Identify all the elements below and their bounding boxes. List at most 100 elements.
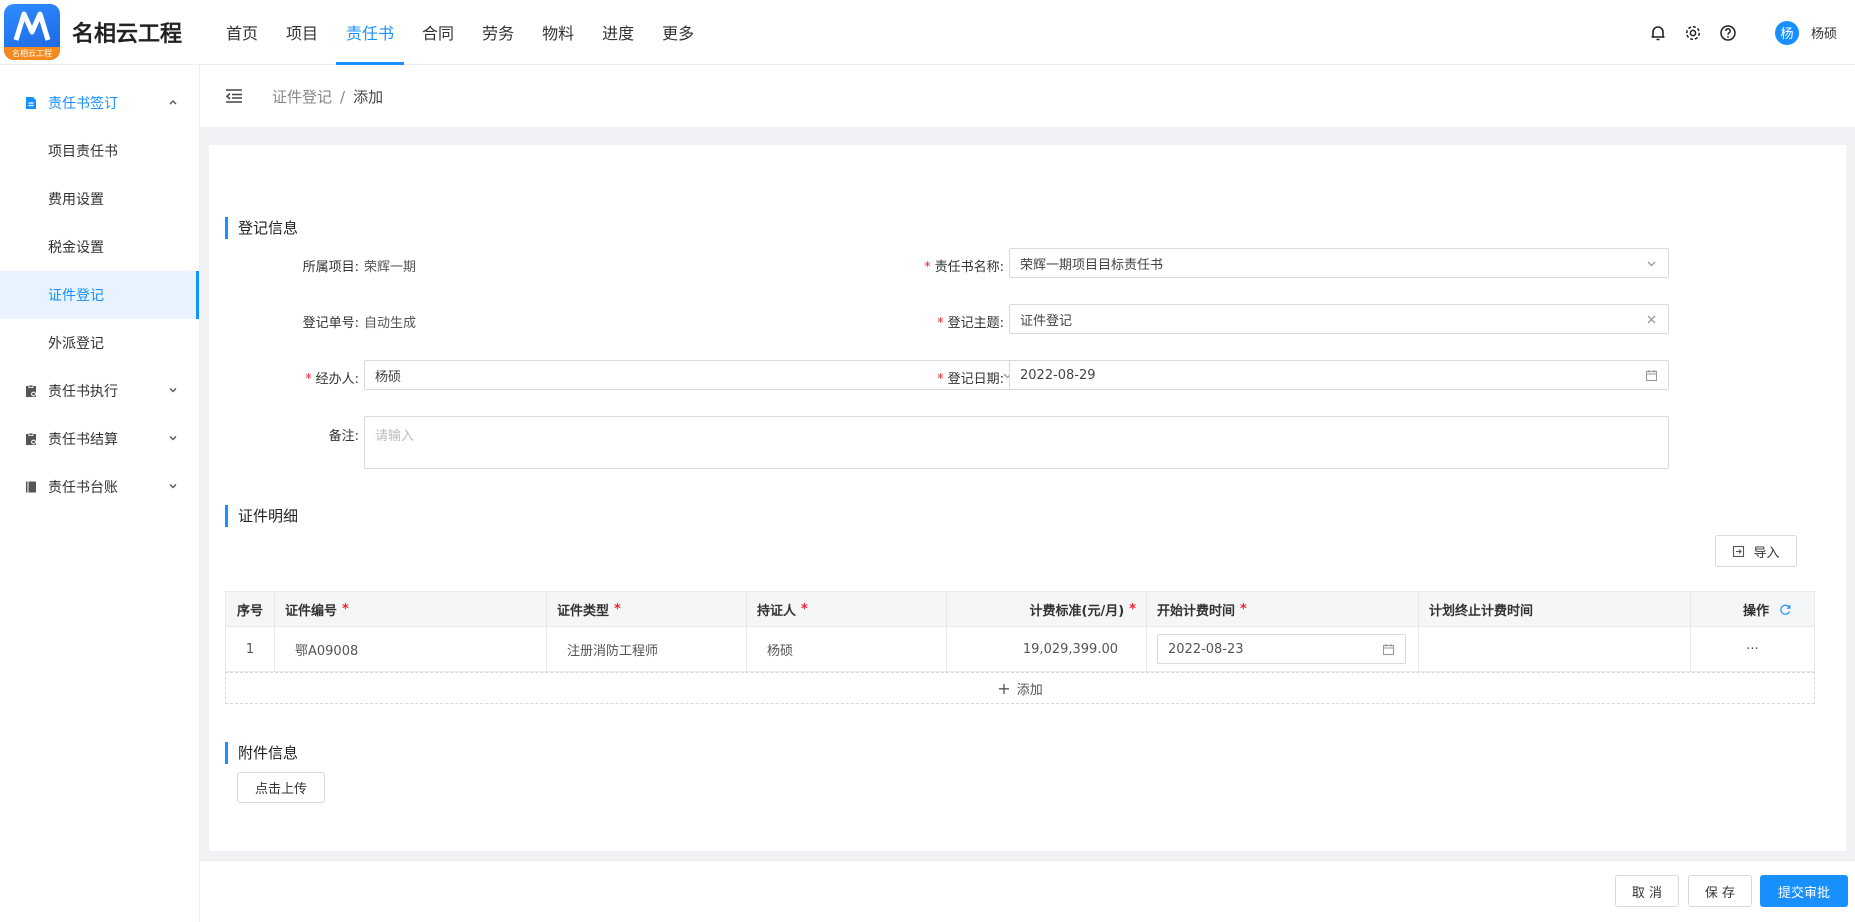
app-logo[interactable]: 名相云工程 — [4, 4, 60, 60]
col-seq: 序号 — [226, 592, 275, 626]
col-holder: 持证人 * — [747, 592, 947, 626]
save-button[interactable]: 保 存 — [1688, 875, 1752, 907]
bell-icon[interactable] — [1647, 22, 1669, 44]
doc-no-label: 登记单号: — [302, 316, 359, 331]
cell-cert-no[interactable]: 鄂A09008 — [275, 627, 547, 671]
cancel-button[interactable]: 取 消 — [1615, 875, 1679, 907]
nav-responsibility[interactable]: 责任书 — [336, 0, 405, 65]
col-rate: 计费标准(元/月) * — [947, 592, 1147, 626]
breadcrumb-separator: / — [340, 87, 346, 106]
section-title-detail: 证件明细 — [225, 505, 298, 527]
section-title-attach: 附件信息 — [225, 742, 298, 764]
chevron-down-icon — [169, 436, 177, 441]
nav-more[interactable]: 更多 — [652, 0, 704, 65]
detail-table-header: 序号 证件编号 * 证件类型 * 持证人 * 计费标准(元/月) * 开始计费时间 * 计… — [225, 591, 1815, 627]
sidebar-group-ledger[interactable]: 责任书台账 — [0, 463, 199, 511]
refresh-icon[interactable] — [1779, 603, 1792, 616]
start-date-picker[interactable]: 2022-08-23 — [1157, 634, 1406, 664]
calendar-icon — [1382, 644, 1395, 656]
book-name-select[interactable]: 荣辉一期项目目标责任书 — [1009, 248, 1669, 278]
cell-rate[interactable]: 19,029,399.00 — [947, 627, 1147, 671]
sidebar: 责任书签订 项目责任书 费用设置 税金设置 证件登记 外派登记 责任书执行 责任… — [0, 65, 200, 922]
sidebar-group-label: 责任书签订 — [48, 96, 118, 112]
top-navbar: 名相云工程 名相云工程 首页 项目 责任书 合同 劳务 物料 进度 更多 杨 杨… — [0, 0, 1855, 65]
breadcrumb-current: 添加 — [353, 87, 384, 106]
import-label: 导入 — [1753, 545, 1780, 561]
note-label: 备注: — [328, 429, 359, 444]
subject-value: 证件登记 — [1020, 313, 1073, 329]
sidebar-group-settle[interactable]: 责任书结算 — [0, 415, 199, 463]
sidebar-item-dispatch-register[interactable]: 外派登记 — [0, 319, 199, 367]
chevron-down-icon — [169, 484, 177, 489]
project-value: 荣辉一期 — [364, 260, 417, 275]
nav-progress[interactable]: 进度 — [592, 0, 644, 65]
book-icon — [26, 481, 36, 493]
nav-contract[interactable]: 合同 — [412, 0, 464, 65]
nav-home[interactable]: 首页 — [216, 0, 268, 65]
clear-icon[interactable] — [1645, 313, 1658, 326]
logo-band: 名相云工程 — [4, 47, 60, 60]
plus-icon: + — [997, 678, 1011, 698]
sidebar-group-label: 责任书台账 — [48, 480, 118, 496]
nav-labor[interactable]: 劳务 — [472, 0, 524, 65]
sidebar-item-project-book[interactable]: 项目责任书 — [0, 127, 199, 175]
project-label: 所属项目: — [302, 260, 359, 275]
sidebar-item-tax-setting[interactable]: 税金设置 — [0, 223, 199, 271]
book-name-label: * 责任书名称: — [924, 260, 1004, 275]
form-card: 登记信息 所属项目: 荣辉一期 * 责任书名称: 荣辉一期项目目标责任书 登记单号… — [209, 145, 1846, 851]
add-row-button[interactable]: + 添加 — [225, 672, 1815, 704]
footer-bar: 取 消 保 存 提交审批 — [200, 860, 1855, 922]
col-cert-type: 证件类型 * — [547, 592, 747, 626]
cell-holder[interactable]: 杨硕 — [747, 627, 947, 671]
sidebar-item-cert-register[interactable]: 证件登记 — [0, 271, 199, 319]
chevron-up-icon — [169, 100, 177, 105]
subject-input[interactable]: 证件登记 — [1009, 304, 1669, 334]
import-icon — [1733, 545, 1745, 557]
date-picker[interactable]: 2022-08-29 — [1009, 360, 1669, 390]
help-icon[interactable] — [1717, 22, 1739, 44]
top-right-tools: 杨 杨硕 — [1634, 0, 1837, 65]
row-more-icon[interactable]: ··· — [1691, 627, 1814, 671]
col-op: 操作 — [1691, 592, 1814, 626]
handler-value: 杨硕 — [375, 369, 402, 385]
breadcrumb: 证件登记 / 添加 — [272, 86, 383, 107]
table-row: 1 鄂A09008 注册消防工程师 杨硕 19,029,399.00 2022-… — [225, 627, 1815, 672]
nav-project[interactable]: 项目 — [276, 0, 328, 65]
user-avatar[interactable]: 杨 — [1774, 20, 1799, 45]
calendar-icon — [1645, 370, 1658, 382]
cell-cert-type[interactable]: 注册消防工程师 — [547, 627, 747, 671]
user-name[interactable]: 杨硕 — [1811, 23, 1837, 42]
main-area: 证件登记 / 添加 登记信息 所属项目: 荣辉一期 * 责任书名称: 荣辉一期项目目标… — [200, 65, 1855, 922]
cell-end[interactable] — [1419, 627, 1691, 671]
nav-material[interactable]: 物料 — [532, 0, 584, 65]
sidebar-group-label: 责任书结算 — [48, 432, 118, 448]
sidebar-group-label: 责任书执行 — [48, 384, 118, 400]
upload-button[interactable]: 点击上传 — [237, 772, 325, 803]
date-value: 2022-08-29 — [1020, 367, 1096, 383]
breadcrumb-bar: 证件登记 / 添加 — [200, 65, 1855, 127]
note-textarea[interactable]: 请输入 — [364, 416, 1669, 469]
logo-mark-icon — [13, 11, 51, 41]
cell-seq: 1 — [226, 627, 275, 671]
sidebar-group-execute[interactable]: 责任书执行 — [0, 367, 199, 415]
doc-no-value: 自动生成 — [364, 316, 417, 331]
submit-button[interactable]: 提交审批 — [1760, 875, 1848, 907]
subject-label: * 登记主题: — [937, 316, 1004, 331]
col-cert-no: 证件编号 * — [275, 592, 547, 626]
col-start: 开始计费时间 * — [1147, 592, 1419, 626]
chevron-down-icon — [169, 388, 177, 393]
breadcrumb-parent[interactable]: 证件登记 — [272, 88, 332, 106]
col-end: 计划终止计费时间 — [1419, 592, 1691, 626]
sidebar-item-fee-setting[interactable]: 费用设置 — [0, 175, 199, 223]
date-label: * 登记日期: — [937, 372, 1004, 387]
chevron-down-icon — [1647, 261, 1656, 267]
menu-fold-icon[interactable] — [224, 86, 244, 106]
import-button[interactable]: 导入 — [1715, 535, 1797, 567]
clipboard-icon — [26, 384, 36, 397]
gear-icon[interactable] — [1682, 22, 1704, 44]
document-icon — [26, 97, 36, 109]
brand-name: 名相云工程 — [72, 22, 183, 47]
main-nav: 首页 项目 责任书 合同 劳务 物料 进度 更多 — [216, 0, 712, 65]
sidebar-group-sign[interactable]: 责任书签订 — [0, 79, 199, 127]
cell-start: 2022-08-23 — [1147, 627, 1419, 671]
